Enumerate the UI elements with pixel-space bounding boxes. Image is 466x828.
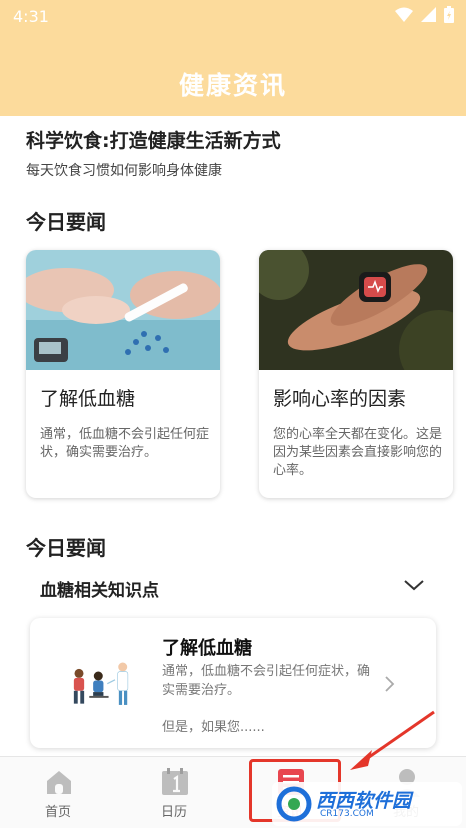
news-card-title: 了解低血糖	[40, 388, 136, 410]
page-title: 健康资讯	[178, 71, 287, 100]
watermark: 西西软件园 CR173.COM	[272, 782, 462, 826]
status-time: 4:31	[13, 7, 49, 26]
battery-icon	[444, 6, 454, 23]
news-card[interactable]: 影响心率的因素 您的心率全天都在变化。这是因为某些因素会直接影响您的心率。	[259, 250, 453, 498]
news-card-desc: 您的心率全天都在变化。这是因为某些因素会直接影响您的心率。	[273, 427, 443, 478]
news-card[interactable]: 了解低血糖 通常，低血糖不会引起任何症状，确实需要治疗。	[26, 250, 220, 498]
news-card-title: 影响心率的因素	[273, 388, 407, 410]
list-item-title: 了解低血糖	[162, 638, 252, 659]
topic-dropdown-label[interactable]: 血糖相关知识点	[40, 576, 159, 601]
chevron-down-icon[interactable]	[402, 575, 426, 595]
nav-label-calendar: 日历	[160, 805, 187, 820]
wifi-icon	[395, 7, 413, 22]
smartwatch-heart-rate-image	[259, 250, 453, 370]
app-header: 4:31 健康资讯	[0, 0, 466, 116]
list-item-desc: 通常，低血糖不会引起任何症状，确实需要治疗。	[162, 664, 371, 698]
news-section-title: 今日要闻	[26, 210, 106, 234]
nav-item-calendar[interactable]: 日历	[116, 757, 232, 828]
watermark-url: CR173.COM	[320, 809, 374, 819]
nav-label-home: 首页	[44, 805, 71, 820]
watermark-logo-icon	[276, 786, 312, 822]
chevron-right-icon	[385, 676, 395, 692]
signal-icon	[421, 7, 436, 22]
list-item[interactable]: 了解低血糖 通常，低血糖不会引起任何症状，确实需要治疗。 但是，如果您.....…	[30, 618, 436, 748]
doctor-patients-illustration	[73, 662, 129, 705]
status-bar: 4:31	[0, 0, 466, 32]
calendar-icon	[162, 768, 188, 795]
article-title[interactable]: 科学饮食:打造健康生活新方式	[26, 126, 281, 153]
news-card-desc: 通常，低血糖不会引起任何症状，确实需要治疗。	[40, 427, 210, 460]
blood-glucose-test-image	[26, 250, 220, 370]
article-subtitle: 每天饮食习惯如何影响身体健康	[26, 163, 222, 179]
status-icons	[395, 6, 454, 23]
topic-section-title: 今日要闻	[26, 536, 106, 560]
list-item-more: 但是，如果您......	[162, 720, 265, 735]
home-icon	[47, 771, 71, 794]
nav-item-home[interactable]: 首页	[0, 757, 116, 828]
